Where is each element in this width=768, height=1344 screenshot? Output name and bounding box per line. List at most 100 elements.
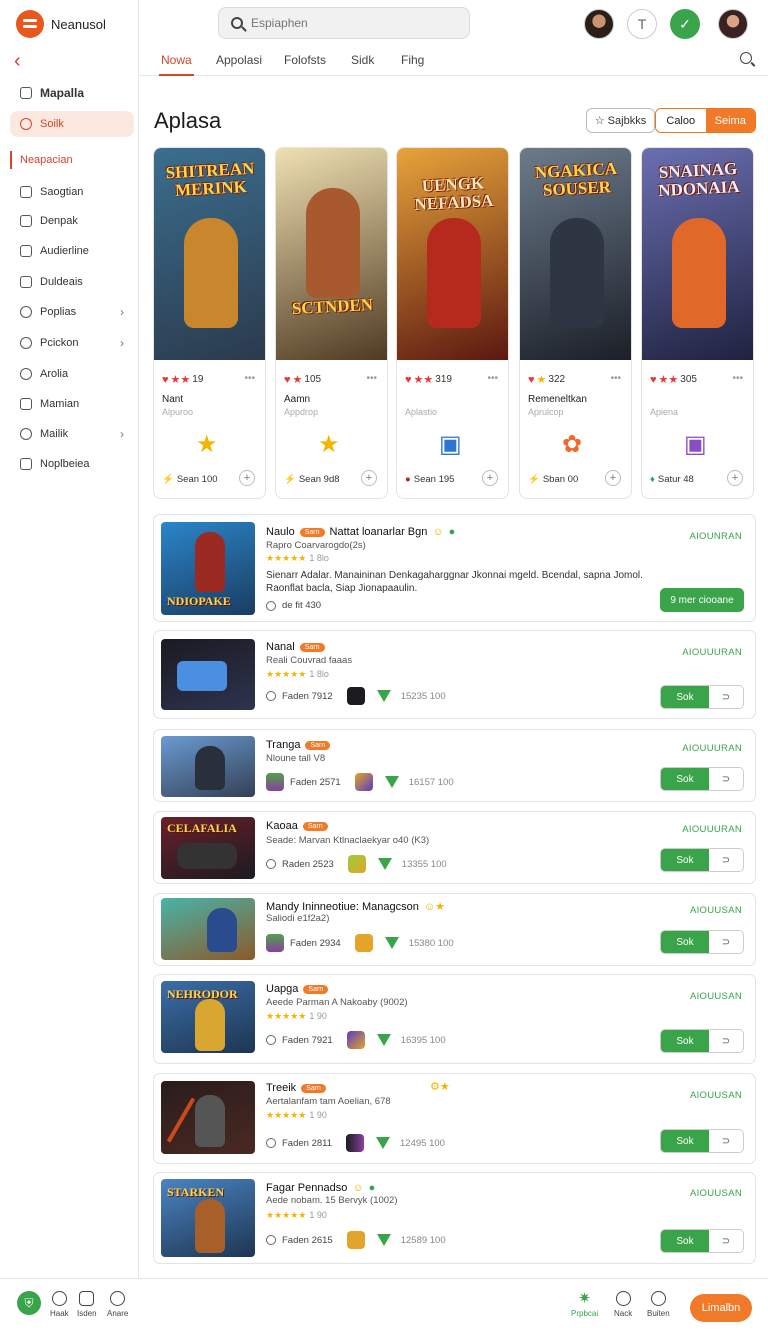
card-footer: ⚡ Sean 100 <box>162 474 218 485</box>
sidebar-item[interactable]: Denpak <box>10 208 134 234</box>
game-title: Nanal Sarn <box>266 641 325 653</box>
toggle-option[interactable]: Caloo <box>656 109 706 132</box>
star-rating: ★★★★★ 1 8lo <box>266 553 329 564</box>
search-icon[interactable] <box>740 52 752 64</box>
profile-letter-avatar[interactable]: T <box>627 9 657 39</box>
sidebar-item-selected[interactable]: Soilk <box>10 111 134 137</box>
add-icon[interactable]: + <box>239 470 255 486</box>
game-list-item[interactable]: Nanal Sarn Reali Couvrad faaas ★★★★★ 1 8lo… <box>153 630 756 719</box>
tab[interactable]: Fihg <box>401 53 424 67</box>
meta-number: 15235 100 <box>400 690 446 702</box>
sidebar-item[interactable]: Saogtian <box>10 179 134 205</box>
more-button[interactable]: ⊃ <box>709 768 743 790</box>
avatar[interactable] <box>584 9 614 39</box>
rating: ♥ ★★ 319 <box>405 373 452 387</box>
bottom-nav-item[interactable]: Isden <box>77 1291 97 1318</box>
game-art: SHITREAN MERINK <box>154 148 265 360</box>
game-list-item[interactable]: NEHRODOR Uapga Sarn Aeede Parman A Nakoab… <box>153 974 756 1064</box>
sidebar-item[interactable]: Mailik › <box>10 421 134 447</box>
more-icon[interactable]: ••• <box>732 373 743 384</box>
add-icon[interactable]: + <box>482 470 498 486</box>
action-button[interactable]: Sok <box>661 1030 709 1052</box>
game-list-item[interactable]: Mandy Ininneotiue: Managcson ☺★ Saliodi e… <box>153 893 756 966</box>
sidebar-item-home[interactable]: Mapalla <box>10 80 134 106</box>
favorites-button[interactable]: ☆ Sajbkks <box>586 108 655 133</box>
meta-number: 16395 100 <box>400 1034 446 1046</box>
game-art: NGAKICA SOUSER <box>520 148 631 360</box>
game-art: SCTNDEN <box>276 148 387 360</box>
more-button[interactable]: ⊃ <box>709 931 743 953</box>
sidebar-item[interactable]: Pcickon › <box>10 330 134 356</box>
action-button[interactable]: Sok <box>661 849 709 871</box>
sidebar-item[interactable]: Arolia <box>10 361 134 387</box>
game-subtitle: Nloune tall V8 <box>266 753 326 764</box>
more-button[interactable]: ⊃ <box>709 849 743 871</box>
bottom-nav-item[interactable]: Haak <box>50 1291 69 1318</box>
action-button[interactable]: Sok <box>661 686 709 708</box>
search-input[interactable] <box>251 16 451 30</box>
smile-icon <box>615 1291 631 1306</box>
more-button[interactable]: ⊃ <box>709 1030 743 1052</box>
status-check-icon[interactable]: ✓ <box>670 9 700 39</box>
stars-icon: ★★ <box>413 374 434 386</box>
add-icon[interactable]: + <box>605 470 621 486</box>
sidebar-item[interactable]: Mamian <box>10 391 134 417</box>
sidebar-item[interactable]: Duldeais <box>10 269 134 295</box>
sidebar-item[interactable]: Poplias › <box>10 299 134 325</box>
more-button[interactable]: ⊃ <box>709 1230 743 1252</box>
action-button[interactable]: Sok <box>661 768 709 790</box>
game-list-item[interactable]: Tranga Sarn Nloune tall V8 Faden 2571 1615… <box>153 729 756 802</box>
tab[interactable]: Appolasi <box>216 53 262 67</box>
bottom-nav-item[interactable]: Buiten <box>647 1291 670 1318</box>
more-icon[interactable]: ••• <box>610 373 621 384</box>
add-icon[interactable]: + <box>727 470 743 486</box>
bottom-nav-item[interactable]: Nack <box>614 1291 632 1318</box>
game-list-item[interactable]: Treeik Sarn ⚙★ Aertalanfam tam Aoelian, 6… <box>153 1073 756 1164</box>
avatar[interactable] <box>718 9 748 39</box>
sidebar-item-label: Audierline <box>40 245 89 257</box>
card-footer: ● Sean 195 <box>405 474 454 485</box>
featured-card[interactable]: NGAKICA SOUSER ♥ ★ 322 ••• Remeneltkan Apr… <box>519 147 632 499</box>
shield-icon[interactable]: ⛨ <box>17 1291 41 1315</box>
more-icon[interactable]: ••• <box>487 373 498 384</box>
thumbnail-title: CELAFALIA <box>167 821 237 835</box>
featured-card[interactable]: SHITREAN MERINK ♥ ★★ 19 ••• Nant Alpuroo ★… <box>153 147 266 499</box>
more-icon[interactable]: ••• <box>366 373 377 384</box>
toggle-option-active[interactable]: Seima <box>705 109 755 132</box>
more-icon[interactable]: ••• <box>244 373 255 384</box>
more-button[interactable]: ⊃ <box>709 686 743 708</box>
footer-text: Sean 100 <box>176 474 218 485</box>
featured-card[interactable]: SNAINAG NDONAIA ♥ ★★ 305 ••• Apiena ▣ ♦ Sat… <box>641 147 754 499</box>
app-icon <box>266 934 284 952</box>
rating-value: 19 <box>192 374 204 385</box>
more-button[interactable]: ⊃ <box>709 1130 743 1152</box>
bottom-nav-item-active[interactable]: ✷ Prpbcai <box>571 1291 598 1318</box>
back-arrow-icon[interactable]: ‹ <box>14 50 21 73</box>
page-title: Aplasa <box>154 108 222 133</box>
search-bar[interactable] <box>218 7 470 39</box>
tab[interactable]: Sidk <box>351 53 374 67</box>
brand[interactable]: Neanusol <box>16 10 106 38</box>
add-icon[interactable]: + <box>361 470 377 486</box>
bottom-bar: ⛨ Haak Isden Anare ✷ Prpbcai Nack Buiten… <box>0 1278 768 1344</box>
tab[interactable]: Folofsts <box>284 53 326 67</box>
stars: ★★★★★ <box>266 1210 307 1220</box>
action-button[interactable]: Sok <box>661 1130 709 1152</box>
sidebar-item-label: Saogtian <box>40 186 84 198</box>
primary-action-button[interactable]: 9 mer ciooane <box>660 588 744 612</box>
character-figure <box>207 908 237 952</box>
flower-badge-icon: ✿ <box>562 431 583 458</box>
game-list-item[interactable]: CELAFALIA Kaoaa Sarn Seade: Marvan Ktlnac… <box>153 811 756 884</box>
game-list-item[interactable]: STARKEN Fagar Pennadso ☺ ● Aede nobam. 15 … <box>153 1172 756 1264</box>
bottom-nav-item[interactable]: Anare <box>107 1291 128 1318</box>
sidebar-item[interactable]: Audierline <box>10 238 134 264</box>
cta-button[interactable]: Limalbn <box>690 1294 752 1322</box>
game-list-item[interactable]: NDIOPAKE Naulo Sarn Nattat loanarlar Bgn ☺ ●… <box>153 514 756 622</box>
sidebar-item[interactable]: Noplbeiea <box>10 451 134 477</box>
sidebar-item-active[interactable]: Neapacian <box>10 147 134 173</box>
action-button[interactable]: Sok <box>661 931 709 953</box>
featured-card[interactable]: UENGK NEFADSA ♥ ★★ 319 ••• Aplastio ▣ ● Sea… <box>396 147 509 499</box>
tab-new[interactable]: Nowa <box>159 53 194 76</box>
featured-card[interactable]: SCTNDEN ♥ ★ 105 ••• Aamn Appdrop ★ ⚡ Sean 9… <box>275 147 388 499</box>
action-button[interactable]: Sok <box>661 1230 709 1252</box>
